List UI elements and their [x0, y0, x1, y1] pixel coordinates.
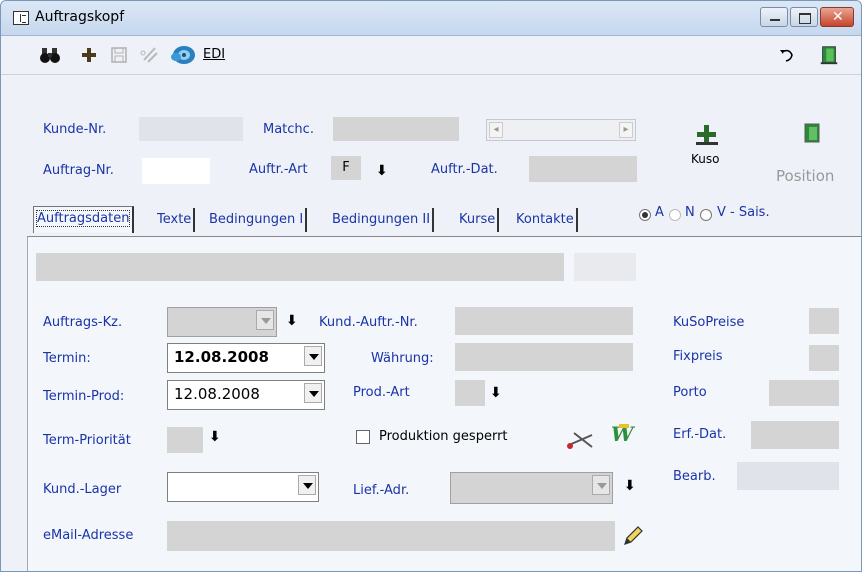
chevron-down-icon[interactable]	[256, 310, 274, 330]
kund-auftr-nr-label: Kund.-Auftr.-Nr.	[319, 315, 418, 330]
fixpreis-label: Fixpreis	[673, 349, 723, 364]
radio-a-label: A	[655, 205, 664, 220]
prod-art-arrow-icon[interactable]: ⬇	[490, 385, 502, 401]
fixpreis-field[interactable]	[809, 345, 839, 371]
erf-dat-field[interactable]	[751, 421, 839, 449]
termin-label: Termin:	[43, 351, 91, 366]
porto-field[interactable]	[769, 380, 839, 406]
form-content: Kunde-Nr. Matchc. ◂ ▸ Kuso Position Auft…	[1, 75, 861, 571]
tool-icon[interactable]	[566, 425, 596, 451]
waehrung-field[interactable]	[455, 343, 633, 371]
kunde-nr-label: Kunde-Nr.	[43, 122, 107, 137]
term-prioritaet-arrow-icon[interactable]: ⬇	[209, 429, 221, 445]
auftr-dat-label: Auftr.-Dat.	[431, 162, 498, 177]
auftr-dat-field[interactable]	[529, 156, 637, 182]
kunde-nr-field[interactable]	[139, 117, 243, 141]
email-label: eMail-Adresse	[43, 528, 134, 543]
lief-adr-select[interactable]	[450, 472, 613, 504]
auftr-art-arrow-icon[interactable]: ⬇	[376, 163, 388, 179]
tab-kurse[interactable]: Kurse	[459, 208, 500, 232]
kusopreise-field[interactable]	[809, 308, 839, 334]
auftr-art-field[interactable]: F	[331, 156, 361, 180]
kusopreise-label: KuSoPreise	[673, 315, 745, 330]
prod-art-label: Prod.-Art	[353, 385, 410, 400]
email-field[interactable]	[167, 521, 615, 551]
minimize-icon	[770, 19, 780, 21]
auftrags-kz-label: Auftrags-Kz.	[43, 315, 123, 330]
minimize-button[interactable]	[760, 7, 788, 27]
radio-a[interactable]	[639, 209, 651, 221]
kund-lager-label: Kund.-Lager	[43, 482, 122, 497]
waehrung-label: Währung:	[371, 351, 434, 366]
kund-lager-select[interactable]	[167, 472, 319, 502]
auftr-art-label: Auftr.-Art	[249, 162, 308, 177]
radio-n-label: N	[685, 205, 695, 220]
main-window: Auftragskopf ✕ EDI Kunde-Nr. Matchc. ◂ ▸…	[0, 0, 862, 572]
edit-pencil-icon[interactable]	[621, 524, 645, 548]
exit-door-icon[interactable]	[817, 44, 841, 66]
radio-v-label: V - Sais.	[717, 205, 770, 220]
maximize-icon	[799, 13, 811, 24]
position-button[interactable]: Position	[776, 167, 834, 185]
bearb-label: Bearb.	[673, 469, 716, 484]
window-title: Auftragskopf	[35, 9, 125, 25]
prod-art-field[interactable]	[455, 380, 485, 406]
erf-dat-label: Erf.-Dat.	[673, 427, 727, 442]
porto-label: Porto	[673, 385, 707, 400]
matchc-field[interactable]	[333, 117, 459, 141]
termin-prod-date[interactable]: 12.08.2008	[167, 380, 325, 410]
produktion-gesperrt-checkbox[interactable]	[356, 430, 370, 444]
plus-icon[interactable]	[79, 44, 99, 66]
lief-adr-label: Lief.-Adr.	[353, 483, 410, 498]
binoculars-icon[interactable]	[39, 44, 61, 66]
disc-icon[interactable]	[169, 44, 197, 66]
edi-button[interactable]: EDI	[203, 44, 225, 66]
chevron-down-icon[interactable]	[304, 383, 322, 403]
position-icon[interactable]	[800, 121, 824, 147]
auftrags-kz-arrow-icon[interactable]: ⬇	[286, 313, 298, 329]
kuso-button[interactable]: Kuso	[691, 152, 719, 166]
scroll-right-icon[interactable]: ▸	[619, 122, 633, 138]
chevron-down-icon[interactable]	[592, 475, 610, 495]
matchc-label: Matchc.	[263, 122, 314, 137]
kuso-plus-icon[interactable]	[694, 123, 720, 147]
tab-kontakte[interactable]: Kontakte	[516, 208, 578, 232]
chevron-down-icon[interactable]	[304, 346, 322, 366]
lief-adr-arrow-icon[interactable]: ⬇	[624, 478, 636, 494]
info-bar-small	[574, 253, 636, 281]
tab-bedingungen-2[interactable]: Bedingungen II	[332, 208, 435, 232]
close-button[interactable]: ✕	[820, 7, 854, 27]
tab-texte[interactable]: Texte	[157, 208, 196, 232]
cut-icon[interactable]	[139, 44, 161, 66]
term-prioritaet-label: Term-Priorität	[43, 433, 131, 448]
termin-prod-label: Termin-Prod:	[43, 389, 125, 404]
auftrags-kz-select[interactable]	[167, 307, 277, 337]
auftrag-nr-field[interactable]	[142, 158, 210, 184]
info-bar	[36, 253, 564, 281]
close-icon: ✕	[832, 9, 844, 25]
chevron-down-icon[interactable]	[298, 475, 316, 495]
scrollbar[interactable]: ◂ ▸	[486, 119, 636, 141]
auftrag-nr-label: Auftrag-Nr.	[43, 163, 114, 178]
term-prioritaet-field[interactable]	[167, 427, 203, 453]
undo-icon[interactable]	[777, 44, 797, 66]
maximize-button[interactable]	[790, 7, 818, 27]
save-icon[interactable]	[109, 44, 129, 66]
window-icon	[13, 11, 29, 25]
tab-auftragsdaten[interactable]: Auftragsdaten	[33, 206, 135, 233]
title-bar[interactable]: Auftragskopf ✕	[1, 1, 861, 36]
bearb-field[interactable]	[737, 462, 839, 490]
termin-date[interactable]: 12.08.2008	[167, 343, 325, 373]
scroll-left-icon[interactable]: ◂	[489, 122, 503, 138]
radio-n[interactable]	[669, 209, 681, 221]
radio-v[interactable]	[700, 209, 712, 221]
kund-auftr-nr-field[interactable]	[455, 307, 633, 335]
produktion-gesperrt-label: Produktion gesperrt	[379, 429, 508, 444]
toolbar: EDI	[1, 36, 861, 75]
tab-bedingungen-1[interactable]: Bedingungen I	[209, 208, 308, 232]
word-icon[interactable]: W	[609, 421, 637, 447]
